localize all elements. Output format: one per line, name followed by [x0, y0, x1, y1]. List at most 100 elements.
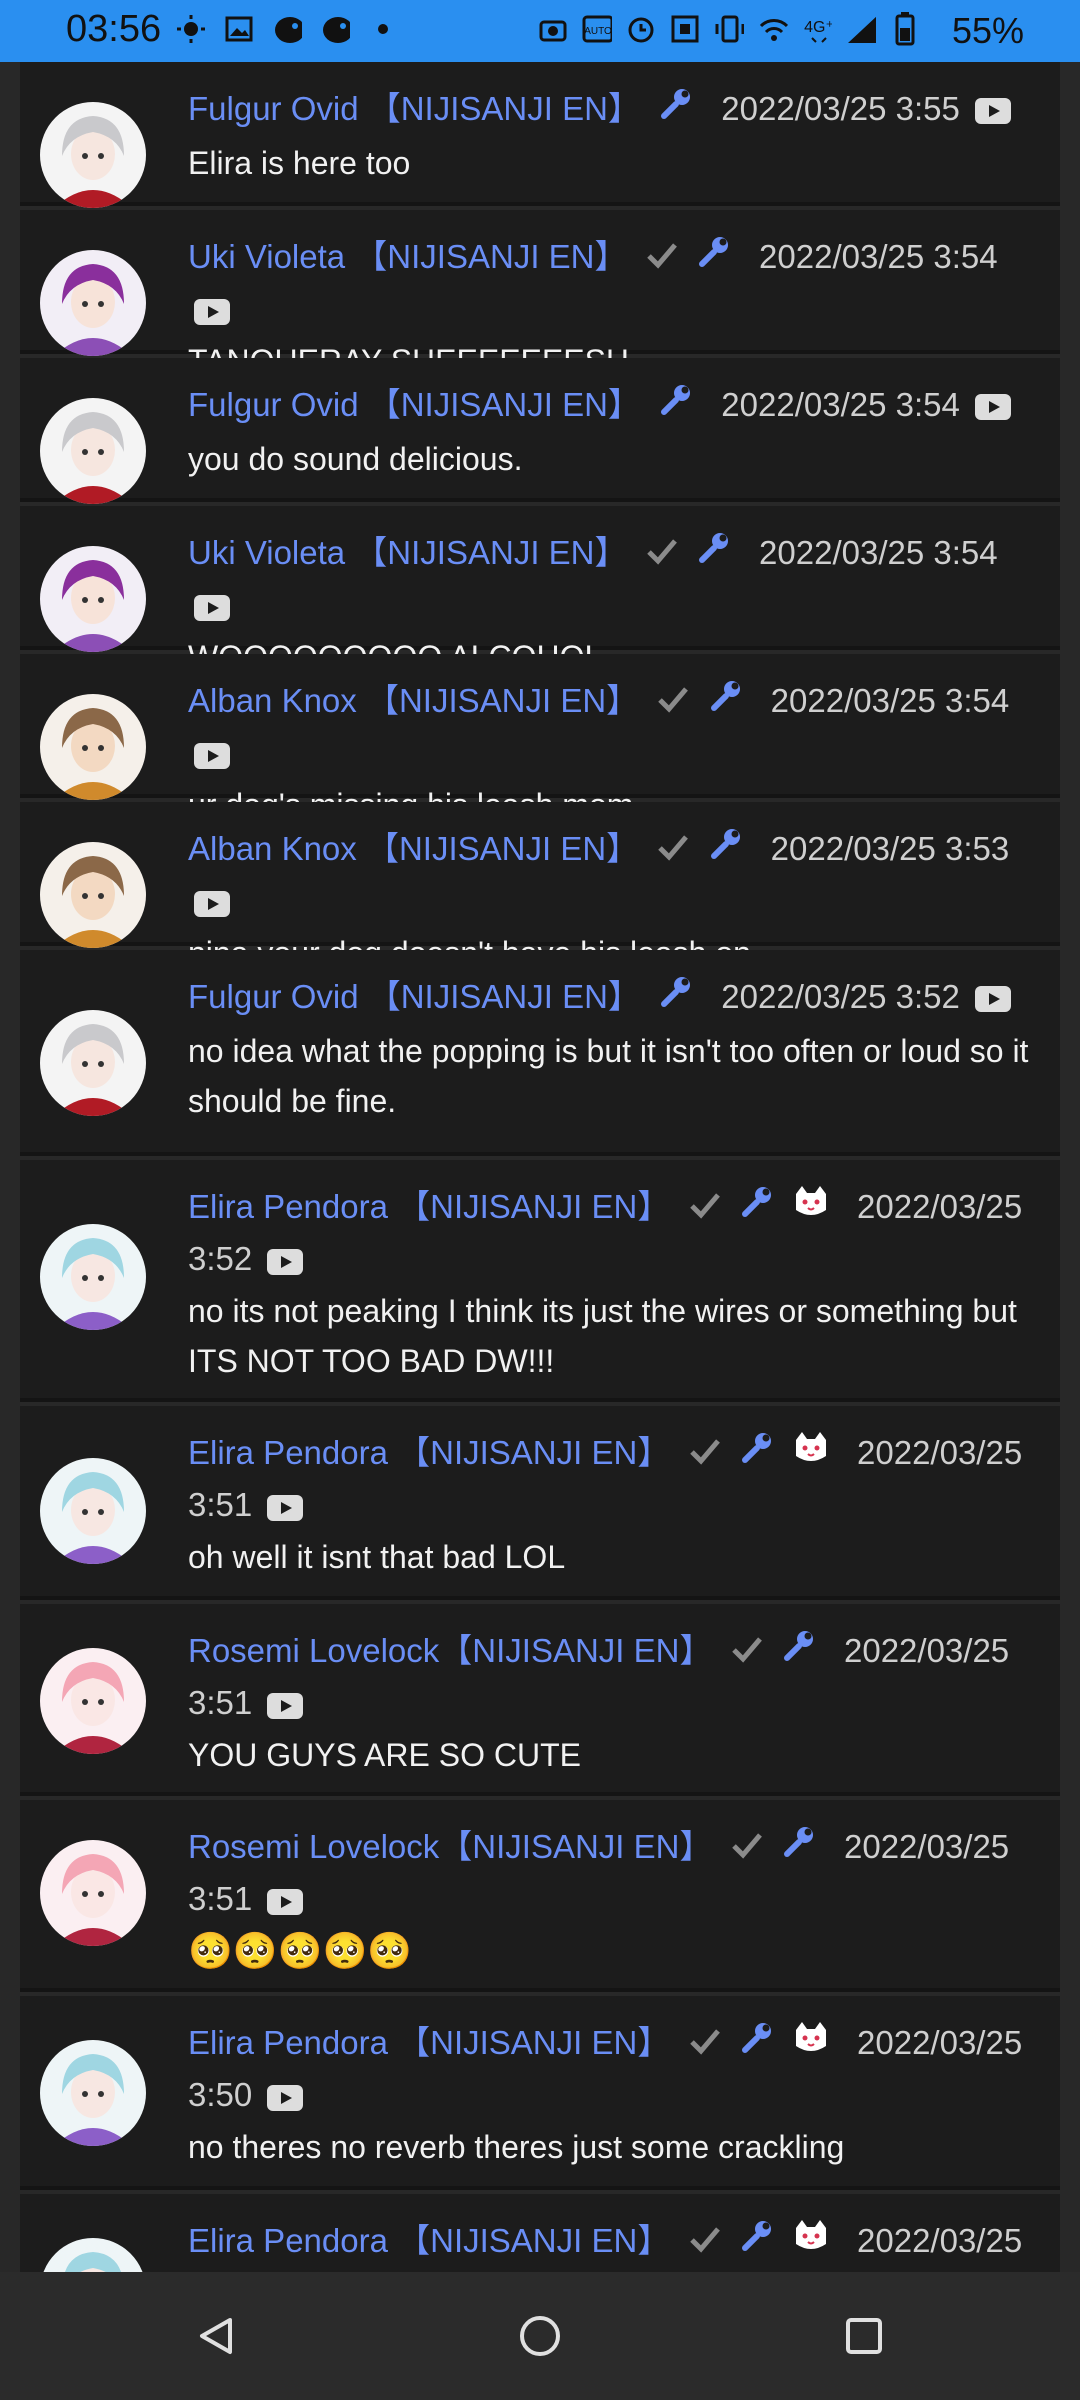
avatar[interactable]	[40, 546, 146, 652]
message-text: 🥺🥺🥺🥺🥺	[188, 1930, 413, 1972]
timestamp: 2022/03/25 3:54	[721, 386, 960, 423]
moderator-wrench-icon	[708, 678, 744, 728]
author-name[interactable]: Uki Violeta 【NIJISANJI EN】	[188, 534, 628, 571]
cat-badge-icon	[792, 1184, 830, 1234]
chat-message[interactable]: Elira Pendora 【NIJISANJI EN】 2022/03/25 …	[20, 1996, 1060, 2190]
youtube-icon[interactable]	[975, 394, 1012, 421]
moderator-wrench-icon	[658, 974, 694, 1024]
chat-message[interactable]: Fulgur Ovid 【NIJISANJI EN】 2022/03/25 3:…	[20, 358, 1060, 504]
chat-message[interactable]: Uki Violeta 【NIJISANJI EN】 2022/03/25 3:…	[20, 210, 1060, 379]
avatar[interactable]	[40, 1010, 146, 1116]
author-name[interactable]: Fulgur Ovid 【NIJISANJI EN】	[188, 978, 641, 1015]
avatar[interactable]	[40, 694, 146, 800]
verified-check-icon	[645, 234, 679, 284]
author-name[interactable]: Fulgur Ovid 【NIJISANJI EN】	[188, 90, 641, 127]
author-name[interactable]: Rosemi Lovelock【NIJISANJI EN】	[188, 1632, 712, 1669]
image-icon	[224, 14, 254, 44]
avatar[interactable]	[40, 398, 146, 504]
author-name[interactable]: Alban Knox 【NIJISANJI EN】	[188, 682, 639, 719]
message-header: Fulgur Ovid 【NIJISANJI EN】 2022/03/25 3:…	[188, 972, 1048, 1024]
avatar[interactable]	[40, 1648, 146, 1754]
message-header: Uki Violeta 【NIJISANJI EN】 2022/03/25 3:…	[188, 232, 1048, 334]
avatar[interactable]	[40, 102, 146, 208]
cat-badge-icon	[792, 1430, 830, 1480]
youtube-icon[interactable]	[267, 1494, 304, 1521]
chat-message[interactable]: Rosemi Lovelock【NIJISANJI EN】 2022/03/25…	[20, 1800, 1060, 1992]
avatar[interactable]	[40, 2238, 146, 2272]
message-header: Alban Knox 【NIJISANJI EN】 2022/03/25 3:5…	[188, 676, 1048, 778]
youtube-icon[interactable]	[194, 298, 230, 325]
chat-message[interactable]: Elira Pendora 【NIJISANJI EN】 2022/03/25 …	[20, 2194, 1060, 2272]
youtube-icon[interactable]	[975, 986, 1012, 1013]
brightness-icon	[176, 14, 206, 44]
youtube-icon[interactable]	[194, 890, 230, 917]
vibrate-icon	[714, 14, 744, 44]
avatar[interactable]	[40, 250, 146, 356]
avatar[interactable]	[40, 842, 146, 948]
moderator-wrench-icon	[781, 1628, 817, 1678]
youtube-icon[interactable]	[975, 98, 1012, 125]
avatar[interactable]	[40, 1224, 146, 1330]
signal-icon	[846, 14, 876, 44]
avatar[interactable]	[40, 2040, 146, 2146]
youtube-icon[interactable]	[194, 594, 230, 621]
chat-feed[interactable]: Fulgur Ovid 【NIJISANJI EN】 2022/03/25 3:…	[0, 62, 1080, 2272]
chat-message[interactable]: Rosemi Lovelock【NIJISANJI EN】 2022/03/25…	[20, 1604, 1060, 1796]
author-name[interactable]: Elira Pendora 【NIJISANJI EN】	[188, 2024, 670, 2061]
message-header: Elira Pendora 【NIJISANJI EN】 2022/03/25 …	[188, 2018, 1048, 2120]
message-header: Fulgur Ovid 【NIJISANJI EN】 2022/03/25 3:…	[188, 84, 1048, 136]
timestamp: 2022/03/25 3:54	[759, 534, 998, 571]
battery-icon	[890, 12, 920, 46]
author-name[interactable]: Fulgur Ovid 【NIJISANJI EN】	[188, 386, 641, 423]
author-name[interactable]: Rosemi Lovelock【NIJISANJI EN】	[188, 1828, 712, 1865]
message-text: no idea what the popping is but it isn't…	[188, 1033, 1029, 1120]
youtube-icon[interactable]	[194, 742, 230, 769]
camera-icon	[538, 14, 568, 44]
message-header: Rosemi Lovelock【NIJISANJI EN】 2022/03/25…	[188, 1626, 1048, 1728]
author-name[interactable]: Uki Violeta 【NIJISANJI EN】	[188, 238, 628, 275]
author-name[interactable]: Elira Pendora 【NIJISANJI EN】	[188, 1434, 670, 1471]
message-text: oh well it isnt that bad LOL	[188, 1539, 566, 1576]
chat-message[interactable]: Alban Knox 【NIJISANJI EN】 2022/03/25 3:5…	[20, 802, 1060, 971]
author-name[interactable]: Alban Knox 【NIJISANJI EN】	[188, 830, 639, 867]
youtube-icon[interactable]	[267, 1888, 304, 1915]
moderator-wrench-icon	[708, 826, 744, 876]
timestamp: 2022/03/25 3:52	[721, 978, 960, 1015]
message-text: Elira is here too	[188, 145, 411, 182]
avatar[interactable]	[40, 1458, 146, 1564]
recents-icon[interactable]	[834, 2306, 894, 2366]
chat-message[interactable]: Elira Pendora 【NIJISANJI EN】 2022/03/25 …	[20, 1160, 1060, 1402]
author-name[interactable]: Elira Pendora 【NIJISANJI EN】	[188, 1188, 670, 1225]
auto-icon: AUTO	[582, 14, 612, 44]
youtube-icon[interactable]	[267, 1692, 304, 1719]
chat-message[interactable]: Alban Knox 【NIJISANJI EN】 2022/03/25 3:5…	[20, 654, 1060, 823]
avatar[interactable]	[40, 1840, 146, 1946]
cat-badge-icon	[792, 2218, 830, 2268]
verified-check-icon	[688, 1430, 722, 1480]
status-bar: 03:56 AUTO 4G⁺ 55%	[0, 0, 1080, 62]
moderator-wrench-icon	[739, 1184, 775, 1234]
navigation-bar	[0, 2272, 1080, 2400]
chat-message[interactable]: Fulgur Ovid 【NIJISANJI EN】 2022/03/25 3:…	[20, 62, 1060, 208]
message-header: Elira Pendora 【NIJISANJI EN】 2022/03/25 …	[188, 1182, 1048, 1284]
moderator-wrench-icon	[696, 530, 732, 580]
back-icon[interactable]	[186, 2306, 246, 2366]
youtube-icon[interactable]	[267, 2084, 304, 2111]
bird-icon-2	[320, 14, 350, 44]
chat-message[interactable]: Fulgur Ovid 【NIJISANJI EN】 2022/03/25 3:…	[20, 950, 1060, 1156]
moderator-wrench-icon	[739, 2218, 775, 2268]
author-name[interactable]: Elira Pendora 【NIJISANJI EN】	[188, 2222, 670, 2259]
youtube-icon[interactable]	[267, 1248, 304, 1275]
timestamp: 2022/03/25 3:55	[721, 90, 960, 127]
svg-text:AUTO: AUTO	[584, 26, 612, 37]
home-icon[interactable]	[510, 2306, 570, 2366]
message-text: YOU GUYS ARE SO CUTE	[188, 1737, 581, 1774]
moderator-wrench-icon	[696, 234, 732, 284]
svg-text:4G⁺: 4G⁺	[804, 19, 832, 36]
timestamp: 2022/03/25 3:53	[770, 830, 1010, 867]
status-time: 03:56	[66, 8, 162, 50]
message-text: you do sound delicious.	[188, 441, 523, 478]
chat-message[interactable]: Uki Violeta 【NIJISANJI EN】 2022/03/25 3:…	[20, 506, 1060, 675]
moderator-wrench-icon	[658, 86, 694, 136]
chat-message[interactable]: Elira Pendora 【NIJISANJI EN】 2022/03/25 …	[20, 1406, 1060, 1600]
